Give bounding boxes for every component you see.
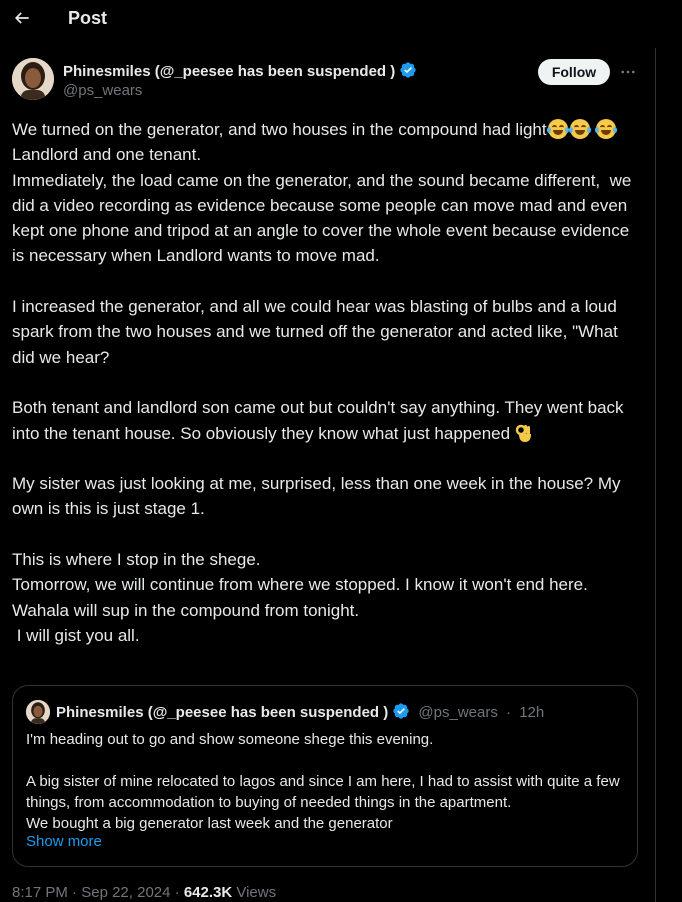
ok-hand-emoji-icon: [515, 424, 531, 442]
quoted-display-name[interactable]: Phinesmiles (@_peesee has been suspended…: [56, 704, 388, 721]
show-more-link[interactable]: Show more: [26, 833, 102, 850]
author-display-name[interactable]: Phinesmiles (@_peesee has been suspended…: [63, 61, 417, 80]
quoted-post[interactable]: Phinesmiles (@_peesee has been suspended…: [12, 685, 638, 867]
quoted-avatar[interactable]: [26, 700, 50, 724]
back-button[interactable]: [8, 4, 36, 32]
post-line: Landlord and one tenant.: [12, 145, 202, 165]
post-line: Tomorrow, we will continue from where we…: [12, 575, 588, 595]
quoted-line: We bought a big generator last week and …: [26, 815, 393, 832]
post-line: My sister was just looking at me, surpri…: [12, 474, 626, 519]
page-title: Post: [68, 8, 108, 28]
post-time[interactable]: 8:17 PM: [12, 884, 68, 901]
post-line: We turned on the generator, and two hous…: [12, 117, 642, 142]
post-date[interactable]: Sep 22, 2024: [81, 884, 170, 901]
avatar[interactable]: [12, 58, 54, 100]
post-line-text: Both tenant and landlord son came out bu…: [12, 398, 629, 443]
meta-separator: ·: [174, 884, 180, 901]
views-count: 642.3K: [183, 884, 233, 901]
top-bar: Post: [0, 0, 655, 38]
follow-button[interactable]: Follow: [538, 59, 610, 85]
quoted-age[interactable]: 12h: [519, 704, 544, 721]
quoted-header: Phinesmiles (@_peesee has been suspended…: [56, 702, 544, 721]
more-options-button[interactable]: [617, 61, 639, 83]
column-divider: [655, 48, 656, 902]
tears-of-joy-emoji-icon: [595, 119, 618, 139]
post-author: Phinesmiles (@_peesee has been suspended…: [12, 58, 652, 104]
quoted-line: I'm heading out to go and show someone s…: [26, 731, 434, 748]
post-line: Immediately, the load came on the genera…: [12, 170, 637, 266]
post-line: Wahala will sup in the compound from ton…: [12, 600, 360, 620]
verified-badge-icon: [400, 62, 416, 78]
quoted-separator: ·: [506, 704, 512, 721]
quoted-handle[interactable]: @ps_wears: [418, 704, 497, 721]
post-meta: 8:17 PM · Sep 22, 2024 · 642.3K Views: [12, 884, 276, 901]
more-horizontal-icon: [621, 70, 635, 74]
post-line: I will gist you all.: [12, 625, 140, 645]
post-line: This is where I stop in the shege.: [12, 550, 261, 570]
arrow-left-icon: [14, 12, 29, 24]
quoted-line: A big sister of mine relocated to lagos …: [26, 773, 624, 811]
quoted-body: I'm heading out to go and show someone s…: [26, 729, 626, 834]
tears-of-joy-emoji-icon: [546, 119, 569, 139]
views-label: Views: [236, 884, 277, 901]
meta-separator: ·: [72, 884, 78, 901]
post-line-text: We turned on the generator, and two hous…: [12, 120, 547, 139]
post-line: Both tenant and landlord son came out bu…: [12, 395, 642, 446]
post-body: We turned on the generator, and two hous…: [12, 117, 642, 648]
post-line: I increased the generator, and all we co…: [12, 297, 623, 367]
author-name-text[interactable]: Phinesmiles (@_peesee has been suspended…: [63, 63, 395, 80]
author-handle[interactable]: @ps_wears: [63, 82, 142, 99]
tears-of-joy-emoji-icon: [568, 119, 591, 139]
verified-badge-icon: [393, 703, 409, 719]
